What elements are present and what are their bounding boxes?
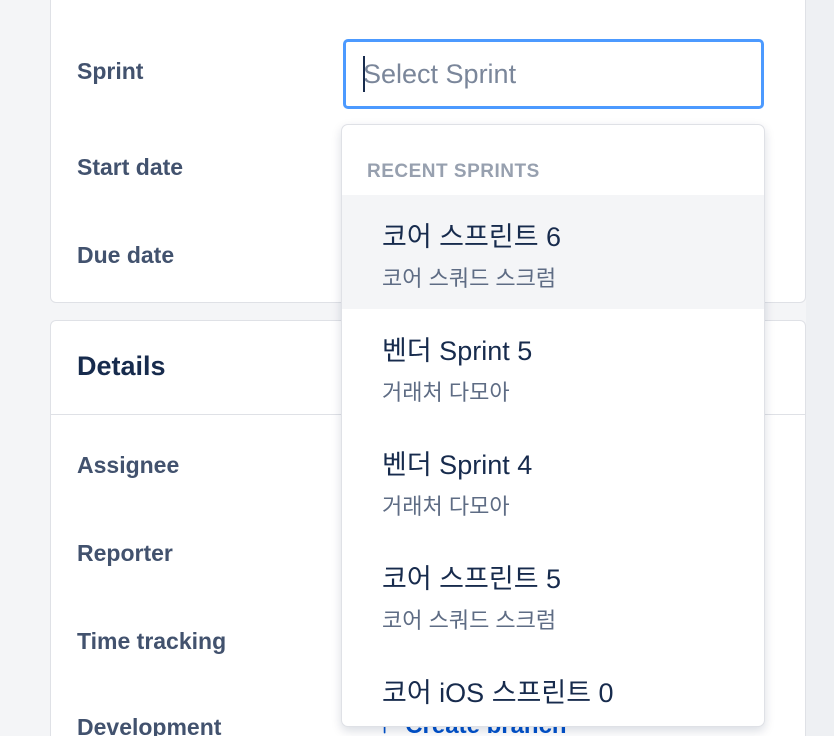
sprint-option-title: 코어 스프린트 6 — [382, 222, 562, 252]
time-tracking-label: Time tracking — [77, 628, 227, 654]
sprint-option-board: 거래처 다모아 — [382, 380, 510, 405]
sprint-option-board: 코어 스쿼드 스크럼 — [382, 266, 557, 291]
details-heading: Details — [77, 351, 166, 381]
recent-sprints-heading: RECENT SPRINTS — [367, 161, 540, 182]
sprint-dropdown-menu: RECENT SPRINTS 코어 스프린트 6 코어 스쿼드 스크럼 벤더 S… — [341, 124, 765, 727]
reporter-label: Reporter — [77, 540, 173, 566]
sprint-option[interactable]: 코어 스프린트 6 코어 스쿼드 스크럼 — [342, 195, 764, 309]
assignee-label: Assignee — [77, 452, 180, 478]
sprint-option-title: 코어 iOS 스프린트 0 — [382, 678, 614, 708]
sprint-option[interactable]: 벤더 Sprint 5 거래처 다모아 — [342, 309, 764, 423]
background-strip — [806, 0, 834, 736]
sprint-label: Sprint — [77, 58, 144, 84]
due-date-label: Due date — [77, 242, 175, 268]
sprint-option[interactable]: 코어 iOS 스프린트 0 — [342, 651, 764, 726]
sprint-option[interactable]: 코어 스프린트 5 코어 스쿼드 스크럼 — [342, 537, 764, 651]
sprint-option-board: 거래처 다모아 — [382, 494, 510, 519]
text-cursor — [363, 56, 365, 92]
sprint-option[interactable]: 벤더 Sprint 4 거래처 다모아 — [342, 423, 764, 537]
sprint-select-input[interactable] — [343, 39, 764, 109]
sprint-option-title: 코어 스프린트 5 — [382, 564, 562, 594]
sprint-option-title: 벤더 Sprint 5 — [382, 336, 533, 366]
sprint-option-board: 코어 스쿼드 스크럼 — [382, 608, 557, 633]
start-date-label: Start date — [77, 154, 184, 180]
development-label: Development — [77, 714, 222, 736]
sprint-option-title: 벤더 Sprint 4 — [382, 450, 533, 480]
